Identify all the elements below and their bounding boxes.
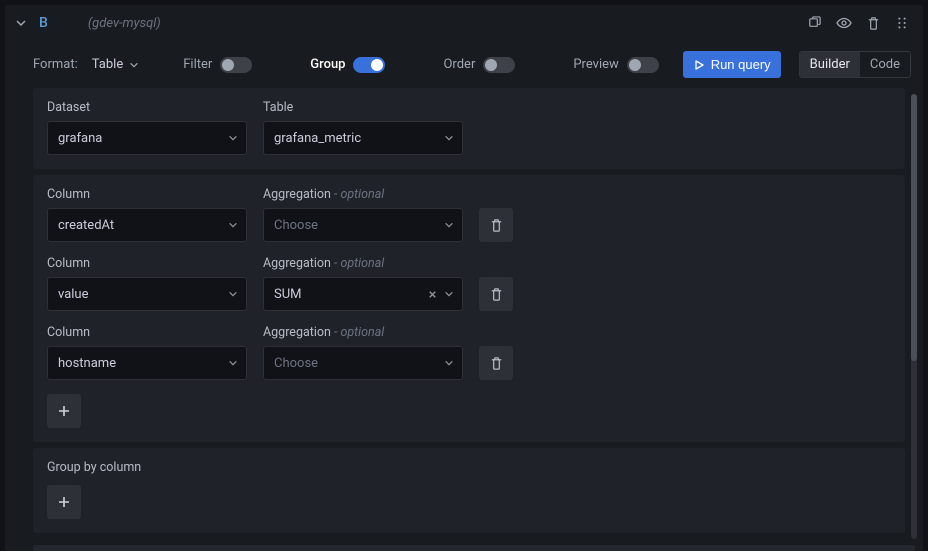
plus-icon bbox=[57, 404, 71, 418]
scrollbar[interactable] bbox=[911, 94, 917, 539]
table-value: grafana_metric bbox=[274, 131, 361, 146]
collapse-toggle[interactable] bbox=[13, 15, 29, 31]
aggregation-label: Aggregation - optional bbox=[263, 325, 463, 340]
grip-icon bbox=[895, 16, 909, 30]
aggregation-select[interactable]: Choose bbox=[263, 208, 463, 242]
trash-icon bbox=[866, 16, 881, 31]
format-label: Format: bbox=[33, 57, 78, 72]
source-section: Dataset grafana Table grafana_metric bbox=[33, 88, 905, 169]
clear-aggregation-button[interactable] bbox=[427, 289, 438, 300]
run-query-button[interactable]: Run query bbox=[683, 51, 781, 78]
chevron-down-icon bbox=[228, 133, 238, 143]
add-column-button[interactable] bbox=[47, 394, 81, 428]
aggregation-placeholder: Choose bbox=[274, 356, 318, 371]
code-mode-button[interactable]: Code bbox=[860, 52, 910, 77]
filter-label: Filter bbox=[183, 57, 212, 72]
query-letter[interactable]: B bbox=[39, 15, 48, 31]
column-value: value bbox=[58, 287, 89, 302]
copy-query-button[interactable] bbox=[803, 12, 826, 35]
query-toolbar: Format: Table Filter Group Order Preview… bbox=[5, 41, 923, 88]
toggle-visibility-button[interactable] bbox=[832, 11, 856, 35]
mode-toggle: Builder Code bbox=[799, 51, 911, 78]
column-label: Column bbox=[47, 256, 247, 271]
plus-icon bbox=[57, 495, 71, 509]
aggregation-label: Aggregation - optional bbox=[263, 256, 463, 271]
aggregation-label: Aggregation - optional bbox=[263, 187, 463, 202]
run-query-label: Run query bbox=[711, 57, 771, 72]
query-source: (gdev-mysql) bbox=[88, 16, 161, 31]
column-select[interactable]: hostname bbox=[47, 346, 247, 380]
trash-icon bbox=[489, 287, 504, 302]
delete-column-button[interactable] bbox=[479, 277, 513, 311]
group-by-label: Group by column bbox=[47, 460, 891, 475]
x-icon bbox=[427, 289, 438, 300]
aggregation-select[interactable]: Choose bbox=[263, 346, 463, 380]
dataset-select[interactable]: grafana bbox=[47, 121, 247, 155]
chevron-down-icon bbox=[129, 60, 139, 70]
trash-icon bbox=[489, 218, 504, 233]
bottom-bar bbox=[33, 545, 915, 551]
delete-column-button[interactable] bbox=[479, 208, 513, 242]
filter-toggle-group: Filter bbox=[183, 57, 252, 73]
chevron-down-icon bbox=[444, 358, 454, 368]
columns-section: Column createdAt Aggregation - optional … bbox=[33, 175, 905, 442]
column-select[interactable]: value bbox=[47, 277, 247, 311]
order-label: Order bbox=[443, 57, 475, 72]
group-by-section: Group by column bbox=[33, 448, 905, 533]
format-select[interactable]: Table bbox=[88, 55, 143, 74]
order-toggle-group: Order bbox=[443, 57, 515, 73]
column-value: createdAt bbox=[58, 218, 114, 233]
column-select[interactable]: createdAt bbox=[47, 208, 247, 242]
column-value: hostname bbox=[58, 356, 116, 371]
chevron-down-icon bbox=[444, 133, 454, 143]
chevron-down-icon bbox=[444, 289, 454, 299]
chevron-down-icon bbox=[228, 220, 238, 230]
group-label: Group bbox=[310, 57, 345, 72]
order-toggle[interactable] bbox=[483, 57, 515, 73]
aggregation-placeholder: Choose bbox=[274, 218, 318, 233]
delete-column-button[interactable] bbox=[479, 346, 513, 380]
dataset-value: grafana bbox=[58, 131, 102, 146]
chevron-down-icon bbox=[444, 220, 454, 230]
dataset-label: Dataset bbox=[47, 100, 247, 115]
column-label: Column bbox=[47, 187, 247, 202]
group-toggle[interactable] bbox=[353, 57, 385, 73]
copy-icon bbox=[807, 16, 822, 31]
table-label: Table bbox=[263, 100, 463, 115]
builder-mode-button[interactable]: Builder bbox=[800, 52, 860, 77]
query-header: B (gdev-mysql) bbox=[5, 5, 923, 41]
play-icon bbox=[693, 59, 705, 71]
table-select[interactable]: grafana_metric bbox=[263, 121, 463, 155]
trash-icon bbox=[489, 356, 504, 371]
add-group-by-button[interactable] bbox=[47, 485, 81, 519]
column-label: Column bbox=[47, 325, 247, 340]
aggregation-select[interactable]: SUM bbox=[263, 277, 463, 311]
drag-handle[interactable] bbox=[891, 12, 913, 34]
column-row: Column value Aggregation - optional SUM bbox=[47, 256, 891, 311]
chevron-down-icon bbox=[228, 289, 238, 299]
preview-toggle-group: Preview bbox=[573, 57, 658, 73]
scrollbar-thumb[interactable] bbox=[911, 94, 917, 361]
column-row: Column hostname Aggregation - optional C… bbox=[47, 325, 891, 380]
group-toggle-group: Group bbox=[310, 57, 385, 73]
chevron-down-icon bbox=[15, 17, 27, 29]
eye-icon bbox=[836, 15, 852, 31]
aggregation-value: SUM bbox=[274, 287, 302, 302]
delete-query-button[interactable] bbox=[862, 12, 885, 35]
preview-label: Preview bbox=[573, 57, 618, 72]
column-row: Column createdAt Aggregation - optional … bbox=[47, 187, 891, 242]
preview-toggle[interactable] bbox=[627, 57, 659, 73]
filter-toggle[interactable] bbox=[220, 57, 252, 73]
format-value: Table bbox=[92, 57, 123, 72]
chevron-down-icon bbox=[228, 358, 238, 368]
